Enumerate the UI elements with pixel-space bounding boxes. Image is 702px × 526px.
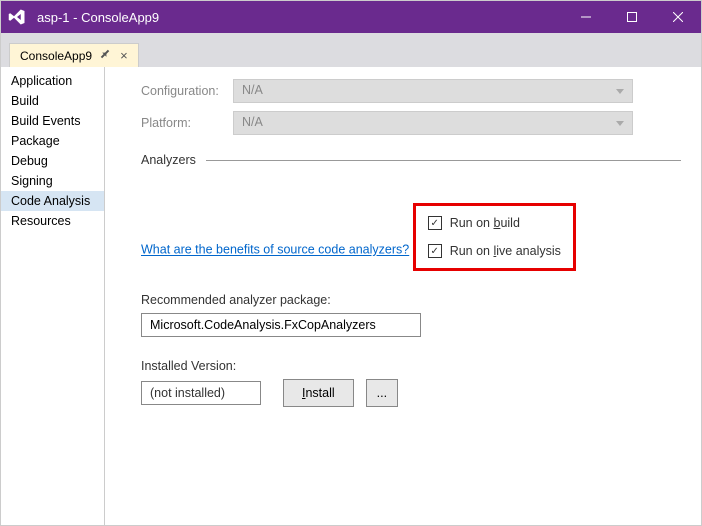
installed-version-label: Installed Version: <box>141 359 681 373</box>
vs-logo-icon <box>1 1 33 33</box>
installed-version-input[interactable]: (not installed) <box>141 381 261 405</box>
run-on-live-analysis-checkbox[interactable]: Run on live analysis <box>428 244 561 258</box>
platform-select[interactable]: N/A <box>233 111 633 135</box>
run-on-build-checkbox[interactable]: Run on build <box>428 216 561 230</box>
checkbox-label: Run on build <box>450 216 520 230</box>
install-button[interactable]: Install <box>283 379 354 407</box>
close-button[interactable] <box>655 1 701 33</box>
minimize-button[interactable] <box>563 1 609 33</box>
recommended-package-label: Recommended analyzer package: <box>141 293 681 307</box>
content-area: Application Build Build Events Package D… <box>1 67 701 525</box>
sidebar-item-application[interactable]: Application <box>1 71 104 91</box>
configuration-select[interactable]: N/A <box>233 79 633 103</box>
sidebar-item-resources[interactable]: Resources <box>1 211 104 231</box>
close-icon[interactable]: × <box>116 48 132 63</box>
tab-label: ConsoleApp9 <box>20 49 92 63</box>
highlighted-options: Run on build Run on live analysis <box>413 203 576 271</box>
sidebar-item-signing[interactable]: Signing <box>1 171 104 191</box>
document-tab-well: ConsoleApp9 × <box>1 41 701 67</box>
sidebar-item-build-events[interactable]: Build Events <box>1 111 104 131</box>
title-bar: asp-1 - ConsoleApp9 <box>1 1 701 33</box>
checkbox-icon <box>428 216 442 230</box>
section-title: Analyzers <box>141 153 206 167</box>
analyzers-section-header: Analyzers <box>141 153 681 167</box>
menu-strip <box>1 33 701 41</box>
properties-sidebar: Application Build Build Events Package D… <box>1 67 105 525</box>
analyzers-benefits-link[interactable]: What are the benefits of source code ana… <box>141 243 409 257</box>
platform-label: Platform: <box>141 116 233 130</box>
sidebar-item-package[interactable]: Package <box>1 131 104 151</box>
sidebar-item-debug[interactable]: Debug <box>1 151 104 171</box>
window-title: asp-1 - ConsoleApp9 <box>33 10 563 25</box>
checkbox-label: Run on live analysis <box>450 244 561 258</box>
browse-button[interactable]: ... <box>366 379 398 407</box>
code-analysis-panel: Configuration: N/A Platform: N/A Analyze… <box>105 67 701 525</box>
maximize-button[interactable] <box>609 1 655 33</box>
window-controls <box>563 1 701 33</box>
recommended-package-input[interactable] <box>141 313 421 337</box>
sidebar-item-code-analysis[interactable]: Code Analysis <box>1 191 104 211</box>
document-tab[interactable]: ConsoleApp9 × <box>9 43 139 67</box>
checkbox-icon <box>428 244 442 258</box>
pin-icon[interactable] <box>100 49 110 62</box>
configuration-label: Configuration: <box>141 84 233 98</box>
sidebar-item-build[interactable]: Build <box>1 91 104 111</box>
divider <box>206 160 681 161</box>
